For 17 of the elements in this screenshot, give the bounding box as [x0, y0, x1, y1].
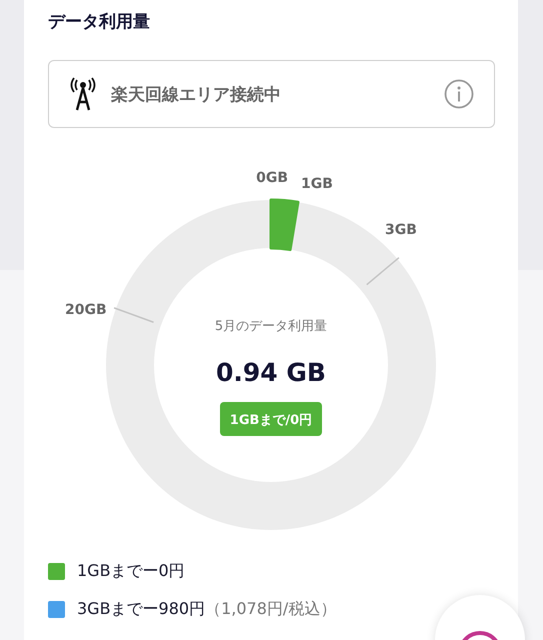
section-title: データ利用量 [47, 11, 151, 34]
connection-status-text: 楽天回線エリア接続中 [111, 84, 282, 106]
antenna-tower-icon [69, 77, 97, 111]
legend-label: 3GBまでー980円 [77, 598, 206, 620]
gauge-tick-label: 1GB [301, 176, 333, 192]
gauge-tick-line [114, 307, 154, 323]
usage-caption: 5月のデータ利用量 [214, 319, 328, 334]
legend-label: 1GBまでー0円 [77, 560, 185, 582]
gauge-tick-label: 0GB [256, 170, 288, 186]
usage-value: 0.94 GB [216, 358, 326, 387]
info-icon[interactable] [444, 79, 474, 109]
gauge-tick-label: 3GB [385, 222, 417, 238]
gauge-tick-line [366, 257, 400, 286]
gauge-tick-label: 20GB [65, 302, 107, 318]
price-badge: 1GBまで/0円 [220, 402, 322, 436]
gauge-fill [270, 198, 300, 252]
legend-note: （1,078円/税込） [205, 598, 336, 620]
